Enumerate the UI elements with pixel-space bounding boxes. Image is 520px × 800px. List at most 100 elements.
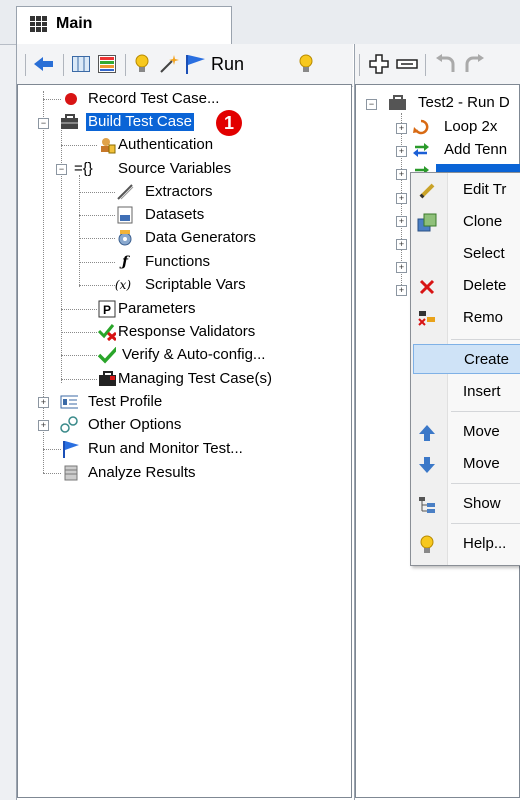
function-icon: ƒ <box>121 254 129 270</box>
add-node-button[interactable] <box>367 51 391 77</box>
menu-item-label: Move <box>463 455 500 472</box>
test-root-label[interactable]: Test2 - Run D <box>418 94 510 112</box>
menu-item-move-down[interactable]: Move <box>411 449 520 479</box>
tree-item-verify-auto-config[interactable]: Verify & Auto-config... <box>122 346 265 364</box>
redo-button[interactable] <box>461 51 487 77</box>
menu-item-create[interactable]: Create <box>413 344 520 374</box>
remove-icon <box>417 309 437 329</box>
left-toolbar: Run <box>17 44 353 87</box>
record-icon <box>62 90 80 108</box>
menu-separator <box>451 411 520 412</box>
menu-separator <box>451 523 520 524</box>
data-generator-icon <box>116 229 134 247</box>
lightbulb-icon <box>417 535 437 555</box>
collapse-toggle[interactable]: − <box>56 164 67 175</box>
list-colored-icon <box>98 55 116 73</box>
minus-box-icon <box>396 59 418 69</box>
tree-item-extractors[interactable]: Extractors <box>145 183 213 201</box>
collapse-toggle[interactable]: − <box>38 118 49 129</box>
back-arrow-button[interactable] <box>31 51 57 77</box>
collapse-toggle[interactable]: − <box>366 99 377 110</box>
tree-item-managing-test-cases[interactable]: Managing Test Case(s) <box>118 370 272 388</box>
menu-item-insert[interactable]: Insert <box>411 377 520 407</box>
test-profile-icon <box>60 393 78 411</box>
workflow-tree: Record Test Case... − Build Test Case Au… <box>17 84 352 798</box>
back-arrow-icon <box>34 57 53 71</box>
menu-item-delete[interactable]: Delete <box>411 271 520 301</box>
tree-item-authentication[interactable]: Authentication <box>118 136 213 154</box>
menu-separator <box>451 483 520 484</box>
tree-item-scriptable-vars[interactable]: Scriptable Vars <box>145 276 246 294</box>
context-menu: Edit Tr Clone Select Delete Remo Create … <box>410 172 520 566</box>
tree-item-loop[interactable]: Loop 2x <box>444 118 497 136</box>
flag-icon <box>186 55 205 74</box>
tree-item-response-validators[interactable]: Response Validators <box>118 323 255 341</box>
run-label: Run <box>211 53 245 74</box>
toolbox-icon <box>388 94 406 112</box>
columns-button[interactable] <box>69 51 93 77</box>
remove-node-button[interactable] <box>395 51 419 77</box>
tree-item-source-variables[interactable]: Source Variables <box>118 160 231 178</box>
menu-item-show[interactable]: Show <box>411 489 520 519</box>
tree-item-add-tenant[interactable]: Add Tenn <box>444 141 507 159</box>
menu-item-label: Remo <box>463 309 504 326</box>
delete-x-icon <box>417 277 437 297</box>
loop-icon <box>412 118 430 136</box>
redo-icon <box>465 54 484 72</box>
tree-structure-icon <box>417 495 437 515</box>
parameters-icon: P <box>98 300 116 318</box>
pencil-icon <box>417 181 437 201</box>
expand-toggle[interactable]: + <box>396 285 407 296</box>
tree-item-parameters[interactable]: Parameters <box>118 300 196 318</box>
wizard-button[interactable] <box>157 51 181 77</box>
menu-item-help[interactable]: Help... <box>411 529 520 559</box>
run-button[interactable]: Run <box>185 51 245 77</box>
expand-toggle[interactable]: + <box>396 262 407 273</box>
menu-item-label: Help... <box>463 535 507 552</box>
extractor-icon <box>116 183 134 201</box>
menu-item-remove[interactable]: Remo <box>411 303 520 333</box>
expand-toggle[interactable]: + <box>396 146 407 157</box>
toolbox-icon <box>60 113 78 131</box>
undo-button[interactable] <box>433 51 459 77</box>
scriptable-var-icon: (x) <box>114 278 132 292</box>
tree-item-run-and-monitor[interactable]: Run and Monitor Test... <box>88 440 243 458</box>
hint-button[interactable] <box>131 51 153 77</box>
expand-toggle[interactable]: + <box>396 123 407 134</box>
tree-item-analyze-results[interactable]: Analyze Results <box>88 464 196 482</box>
list-view-button[interactable] <box>95 51 119 77</box>
tree-item-build-test-case[interactable]: Build Test Case <box>86 113 194 131</box>
expand-toggle[interactable]: + <box>396 239 407 250</box>
menu-item-label: Move <box>463 423 500 440</box>
lightbulb-icon <box>135 54 149 72</box>
tree-item-other-options[interactable]: Other Options <box>88 416 181 434</box>
menu-item-clone[interactable]: Clone <box>411 207 520 237</box>
expand-toggle[interactable]: + <box>396 169 407 180</box>
transaction-icon <box>412 141 430 159</box>
tips-button[interactable] <box>295 51 317 77</box>
menu-item-label: Insert <box>463 383 501 400</box>
tree-item-datasets[interactable]: Datasets <box>145 206 204 224</box>
tree-item-functions[interactable]: Functions <box>145 253 210 271</box>
magic-wand-icon <box>160 55 179 73</box>
tree-item-data-generators[interactable]: Data Generators <box>145 229 256 247</box>
menu-item-move-up[interactable]: Move <box>411 417 520 447</box>
menu-item-edit[interactable]: Edit Tr <box>411 175 520 205</box>
menu-item-select[interactable]: Select <box>411 239 520 269</box>
menu-item-label: Clone <box>463 213 503 230</box>
expand-toggle[interactable]: + <box>396 193 407 204</box>
other-options-icon <box>60 416 78 434</box>
expand-toggle[interactable]: + <box>38 420 49 431</box>
tree-item-record-test-case[interactable]: Record Test Case... <box>88 90 219 108</box>
plus-outline-icon <box>369 54 389 74</box>
tree-item-test-profile[interactable]: Test Profile <box>88 393 162 411</box>
menu-item-label: Select <box>463 245 505 262</box>
expand-toggle[interactable]: + <box>396 216 407 227</box>
checkmark-icon <box>98 346 116 364</box>
tab-main[interactable] <box>16 6 232 45</box>
grid-icon <box>30 16 48 32</box>
clone-icon <box>417 213 437 233</box>
menu-item-label: Edit Tr <box>463 181 507 198</box>
expand-toggle[interactable]: + <box>38 397 49 408</box>
arrow-down-icon <box>417 455 437 475</box>
